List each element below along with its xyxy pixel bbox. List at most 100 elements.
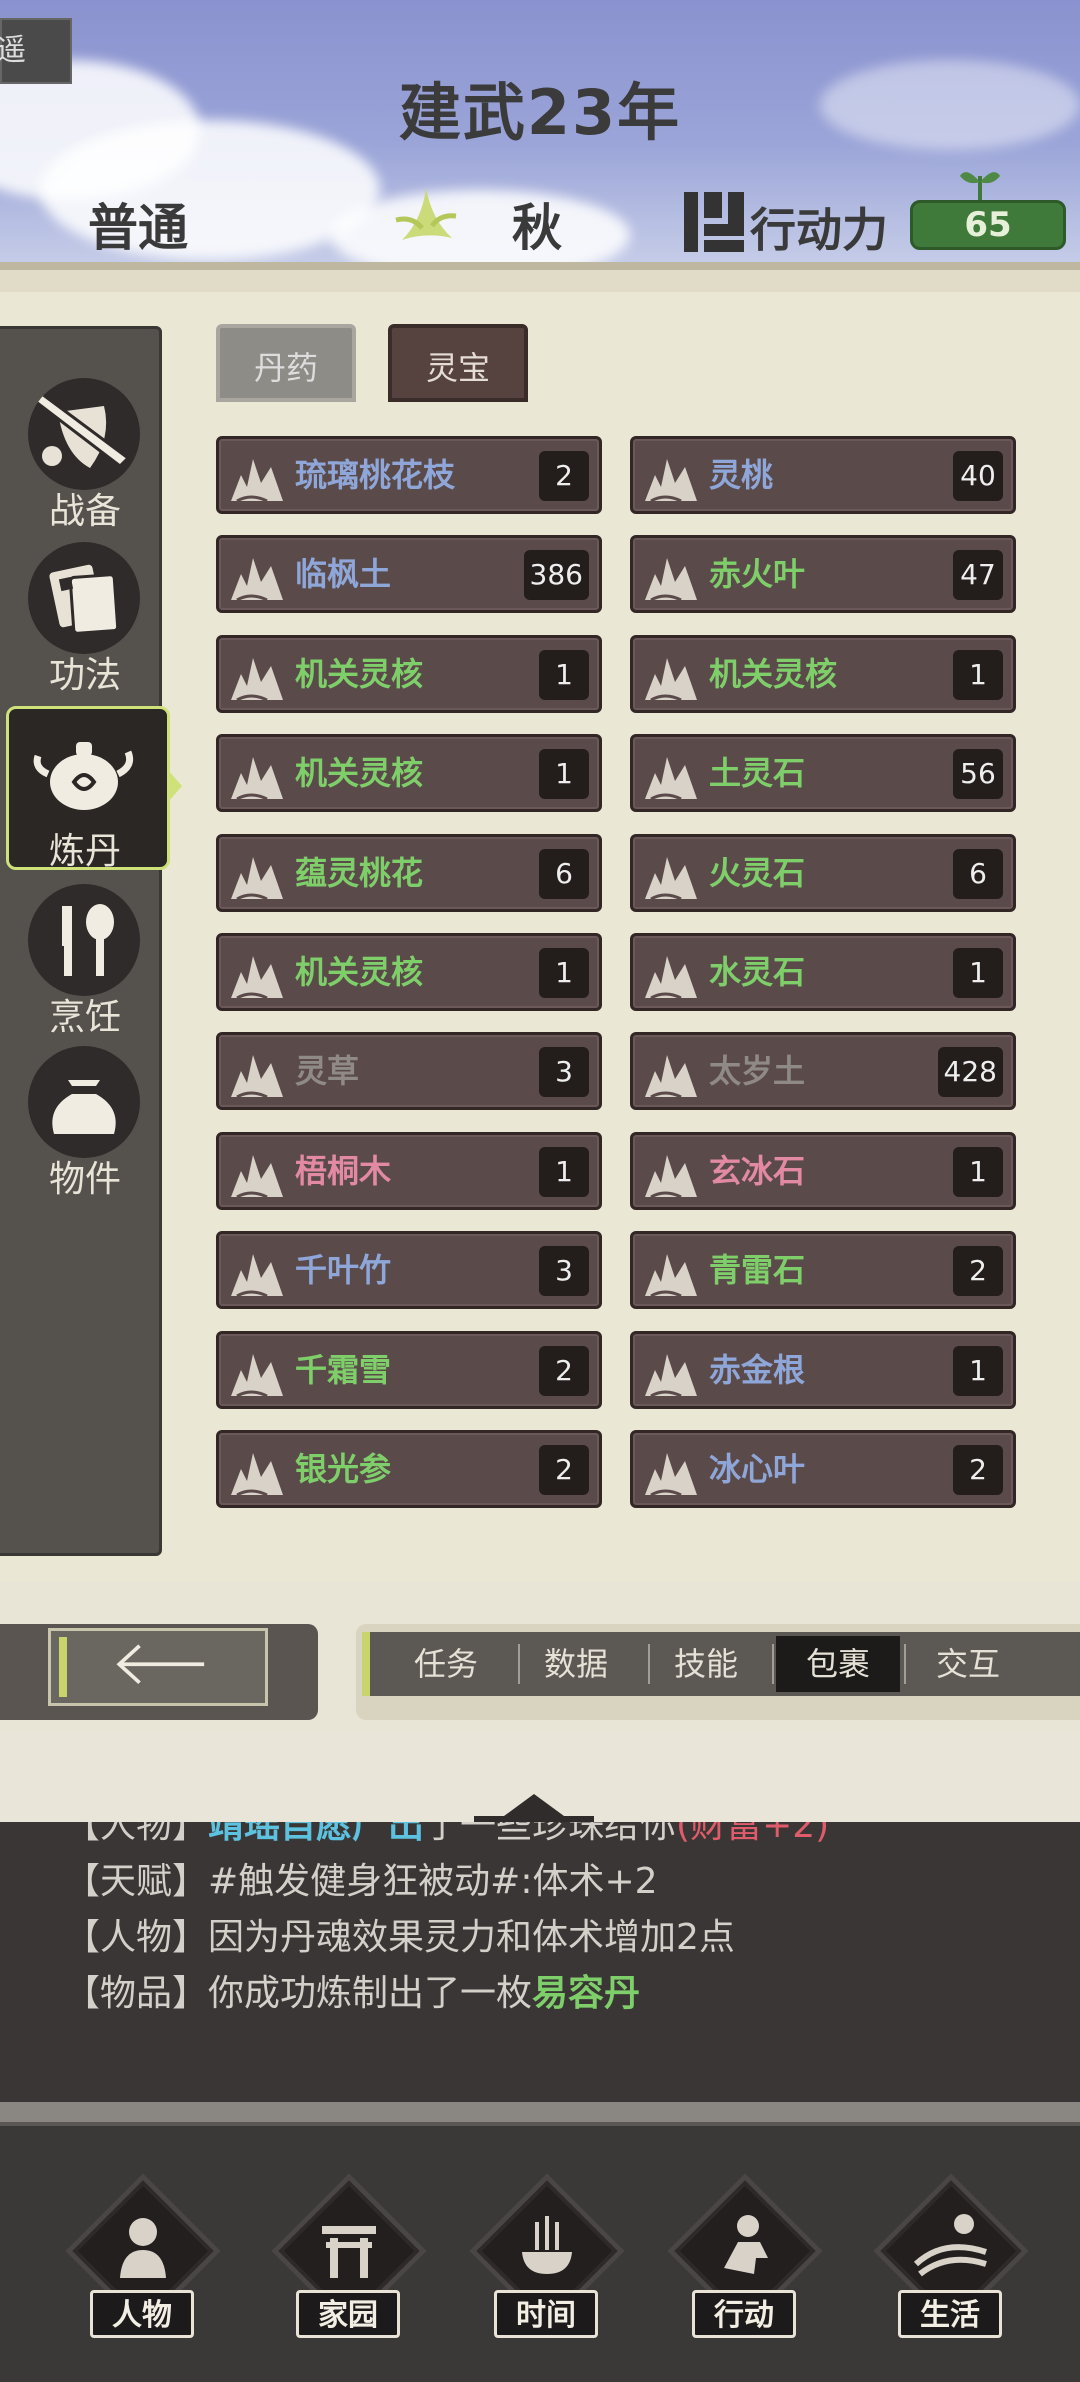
menu-item-tasks[interactable]: 任务 (382, 1632, 510, 1696)
log-bottom-border (0, 2102, 1080, 2122)
item-count: 47 (953, 550, 1003, 601)
herb-icon (641, 745, 701, 803)
tab-lingbao[interactable]: 灵宝 (388, 324, 528, 402)
log-text: 易容丹 (532, 1973, 641, 2014)
menu-item-interact[interactable]: 交互 (904, 1632, 1032, 1696)
herb-icon (641, 646, 701, 704)
inventory-item[interactable]: 火灵石 6 (630, 833, 1016, 912)
item-count: 1 (539, 948, 589, 998)
inventory-item[interactable]: 太岁土 428 (630, 1032, 1016, 1111)
sidebar-item-label: 炼丹 (48, 831, 121, 872)
log-text: 【物品】你成功炼制出了一枚 (64, 1973, 533, 2014)
collapse-log-icon[interactable] (464, 1786, 604, 1822)
log-line: 【人物】靖瑶自愿广出了一些珍珠给你(财富+2) (64, 1822, 829, 1848)
incense-icon (522, 2216, 572, 2274)
item-name: 临枫土 (295, 555, 392, 594)
herb-icon (641, 944, 701, 1002)
sidebar-item-label: 物件 (48, 1159, 121, 1200)
inventory-item[interactable]: 蕴灵桃花 6 (216, 833, 602, 912)
back-button[interactable] (48, 1628, 268, 1706)
inventory-item[interactable]: 机关灵核 1 (216, 734, 602, 813)
herb-icon (641, 1143, 701, 1201)
sidebar-item-label: 烹饪 (48, 997, 121, 1038)
inventory-item[interactable]: 青雷石 2 (630, 1231, 1016, 1310)
nav-button-label: 家园 (296, 2290, 400, 2338)
action-points-label: 行动力 (750, 203, 888, 257)
tab-danyao[interactable]: 丹药 (216, 324, 356, 402)
item-count: 1 (953, 1345, 1003, 1396)
item-count: 386 (523, 550, 589, 601)
herb-icon (227, 1242, 287, 1300)
inventory-item[interactable]: 水灵石 1 (630, 933, 1016, 1011)
sidebar-item-wujian[interactable]: 物件 (0, 1046, 170, 1212)
nav-button-label: 生活 (898, 2290, 1002, 2338)
inventory-item[interactable]: 土灵石 56 (630, 734, 1016, 813)
herb-icon (641, 1441, 701, 1499)
inventory-item[interactable]: 临枫土 386 (216, 535, 602, 614)
log-line: 【人物】因为丹魂效果灵力和体术增加2点 (64, 1908, 735, 1960)
pouch-icon (28, 1046, 140, 1158)
item-count: 56 (953, 749, 1003, 800)
gate-icon (322, 2226, 376, 2278)
herb-icon (227, 447, 287, 505)
herb-icon (641, 546, 701, 604)
herb-icon (641, 1342, 701, 1400)
log-text: 【人物】因为丹魂效果灵力和体术增加2点 (64, 1917, 735, 1958)
sidebar-item-pengren[interactable]: 烹饪 (0, 884, 170, 1050)
sidebar-item-liandan[interactable]: 炼丹 (0, 718, 170, 884)
season-icon (395, 188, 457, 240)
inventory-item[interactable]: 玄冰石 1 (630, 1131, 1016, 1210)
item-name: 千霜雪 (295, 1350, 392, 1389)
item-count: 6 (539, 848, 589, 899)
item-count: 2 (953, 1445, 1003, 1495)
sprout-icon (960, 172, 1000, 200)
item-count: 1 (539, 649, 589, 700)
bottom-nav-incense[interactable]: 时间 (462, 2173, 625, 2362)
inventory-item[interactable]: 琉璃桃花枝 2 (216, 436, 602, 514)
item-count: 2 (953, 1246, 1003, 1297)
inventory-item[interactable]: 赤金根 1 (630, 1330, 1016, 1409)
inventory-item[interactable]: 机关灵核 1 (216, 634, 602, 713)
arrow-left-icon (116, 1644, 205, 1685)
inventory-item[interactable]: 千叶竹 3 (216, 1231, 602, 1310)
item-count: 2 (539, 1345, 589, 1396)
item-count: 1 (539, 749, 589, 800)
sidebar-item-label: 功法 (48, 655, 121, 696)
inventory-item[interactable]: 灵桃 40 (630, 436, 1016, 514)
inventory-item[interactable]: 梧桐木 1 (216, 1131, 602, 1210)
sidebar-item-gongfa[interactable]: 功法 (0, 542, 170, 708)
item-name: 千叶竹 (295, 1251, 392, 1290)
bottom-nav-gate[interactable]: 家园 (264, 2173, 427, 2362)
item-name: 机关灵核 (295, 953, 424, 991)
herb-icon (227, 944, 287, 1002)
item-name: 蕴灵桃花 (295, 853, 424, 892)
bottom-nav-person[interactable]: 人物 (58, 2173, 221, 2362)
menu-item-data[interactable]: 数据 (512, 1632, 640, 1696)
inventory-item[interactable]: 冰心叶 2 (630, 1430, 1016, 1508)
herb-icon (641, 845, 701, 903)
menu-item-bag[interactable]: 包裹 (774, 1632, 902, 1696)
sidebar-item-zhanbei[interactable]: 战备 (0, 378, 170, 544)
bottom-nav-landscape[interactable]: 生活 (866, 2173, 1029, 2362)
item-count: 2 (539, 1445, 589, 1495)
item-name: 银光参 (295, 1450, 392, 1488)
inventory-item[interactable]: 灵草 3 (216, 1032, 602, 1111)
book-icon (28, 542, 140, 654)
item-name: 火灵石 (709, 853, 806, 892)
inventory-item[interactable]: 机关灵核 1 (630, 634, 1016, 713)
herb-icon (641, 447, 701, 505)
inventory-item[interactable]: 赤火叶 47 (630, 535, 1016, 614)
item-name: 灵桃 (709, 456, 774, 494)
bottom-nav-action[interactable]: 行动 (660, 2173, 823, 2362)
nav-button-label: 人物 (90, 2290, 194, 2338)
season-label: 秋 (512, 199, 562, 257)
log-text: 【天赋】#触发健身狂被动#:体术+2 (64, 1861, 658, 1902)
inventory-item[interactable]: 机关灵核 1 (216, 933, 602, 1011)
inventory-item[interactable]: 银光参 2 (216, 1430, 602, 1508)
inventory-item[interactable]: 千霜雪 2 (216, 1330, 602, 1409)
panel-rim (0, 262, 1080, 292)
herb-icon (227, 546, 287, 604)
item-name: 赤金根 (709, 1350, 806, 1389)
herb-icon (227, 745, 287, 803)
menu-item-skills[interactable]: 技能 (642, 1632, 770, 1696)
